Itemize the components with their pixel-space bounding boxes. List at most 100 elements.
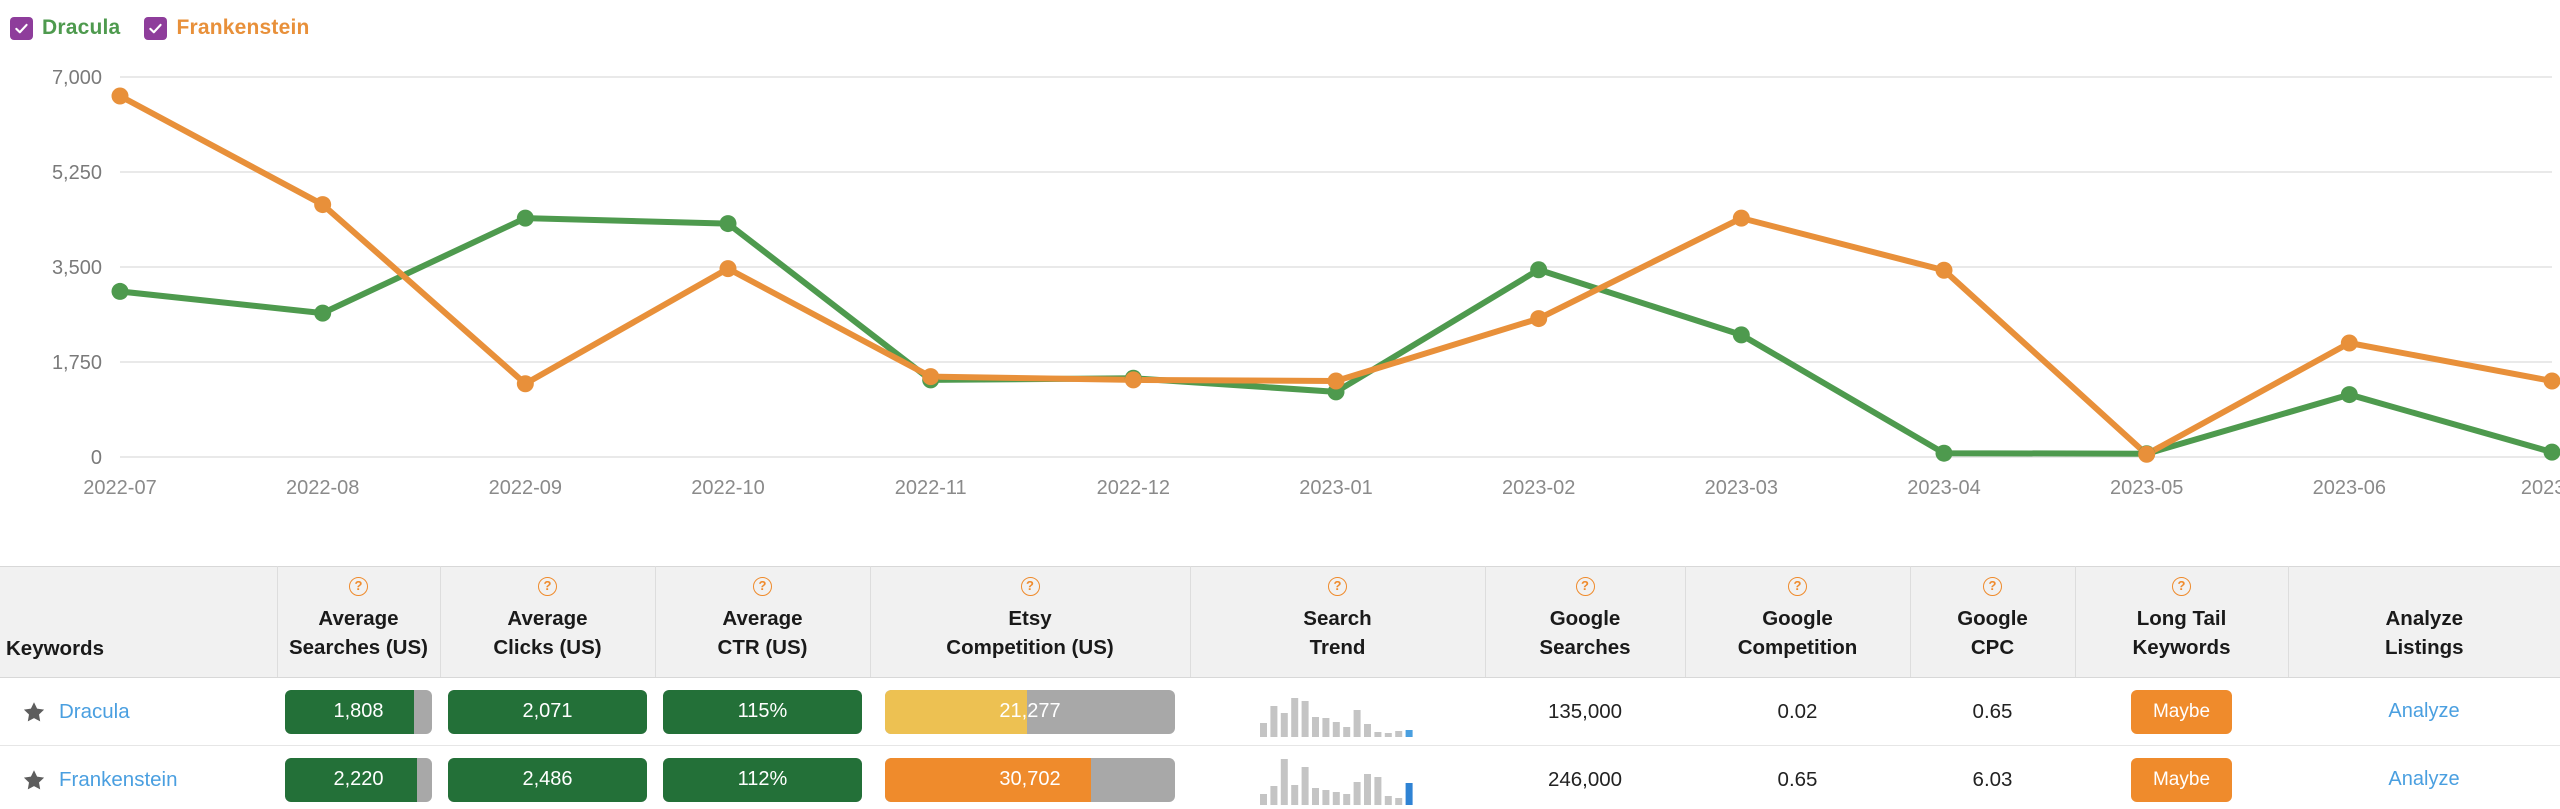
- legend-checkbox-dracula[interactable]: [10, 16, 33, 40]
- cell-google-cpc-value: 0.65: [1972, 699, 2013, 723]
- data-point-dracula[interactable]: [1530, 261, 1548, 279]
- data-point-frankenstein[interactable]: [1530, 310, 1548, 328]
- question-icon[interactable]: ?: [1788, 577, 1807, 596]
- col-header-line-2: CTR (US): [717, 636, 808, 660]
- data-point-dracula[interactable]: [1732, 326, 1750, 344]
- x-axis-tick-label: 2023-0: [2521, 477, 2560, 499]
- col-header-keywords[interactable]: Keywords: [0, 565, 278, 679]
- sparkline-bar: [1259, 793, 1267, 805]
- col-header-avg-clicks-us[interactable]: ? Average Clicks (US): [440, 565, 656, 679]
- y-axis-tick-label: 5,250: [52, 162, 102, 184]
- legend-item-frankenstein[interactable]: Frankenstein: [144, 16, 309, 40]
- data-point-frankenstein[interactable]: [516, 375, 534, 393]
- star-icon[interactable]: [22, 700, 46, 724]
- cell-google-searches: 246,000: [1485, 745, 1685, 809]
- data-point-dracula[interactable]: [1935, 444, 1953, 462]
- data-point-frankenstein[interactable]: [2138, 445, 2156, 463]
- metric-bar: 2,486: [448, 757, 647, 802]
- question-icon[interactable]: ?: [2172, 577, 2191, 596]
- cell-average-searches: 2,220: [277, 745, 440, 809]
- x-axis-tick-label: 2023-06: [2313, 477, 2386, 499]
- cell-analyze-listings: Analyze: [2288, 745, 2560, 809]
- sparkline-bar: [1280, 712, 1288, 737]
- col-header-google-searches[interactable]: ? Google Searches: [1485, 565, 1686, 679]
- search-volume-line-chart: 0 1,750 3,500 5,250 7,000 2022-07 2022-08 2022-…: [0, 48, 2560, 518]
- col-header-line-2: Listings: [2384, 636, 2464, 660]
- question-icon[interactable]: ?: [538, 577, 557, 596]
- question-icon[interactable]: ?: [349, 577, 368, 596]
- col-header-analyze-listings[interactable]: Analyze Listings: [2288, 565, 2560, 679]
- data-point-dracula[interactable]: [314, 304, 332, 322]
- sparkline-bar: [1269, 705, 1277, 737]
- keyword-link[interactable]: Dracula: [59, 700, 130, 724]
- keywords-table-container: Keywords ? Average Searches (US) ? Avera…: [0, 565, 2560, 809]
- data-point-dracula[interactable]: [516, 209, 534, 227]
- data-point-dracula[interactable]: [2543, 443, 2560, 461]
- question-icon[interactable]: ?: [1983, 577, 2002, 596]
- chart-legend: Dracula Frankenstein: [10, 10, 310, 46]
- data-point-frankenstein[interactable]: [111, 87, 129, 105]
- data-point-dracula[interactable]: [2340, 386, 2358, 404]
- data-point-frankenstein[interactable]: [2340, 334, 2358, 352]
- y-axis-tick-label: 3,500: [52, 257, 102, 279]
- cell-google-cpc-value: 6.03: [1972, 767, 2013, 791]
- col-header-line-1: Long Tail: [2136, 607, 2227, 630]
- data-point-frankenstein[interactable]: [314, 196, 332, 214]
- col-header-line-1: Average: [507, 607, 588, 630]
- keyword-link[interactable]: Frankenstein: [59, 768, 178, 792]
- data-point-frankenstein[interactable]: [2543, 372, 2560, 390]
- data-point-frankenstein[interactable]: [719, 260, 737, 278]
- col-header-line-2: Clicks (US): [493, 636, 602, 660]
- data-point-frankenstein[interactable]: [922, 368, 940, 386]
- col-header-google-competition[interactable]: ? Google Competition: [1685, 565, 1911, 679]
- question-icon[interactable]: ?: [1328, 577, 1347, 596]
- keyword-research-page: Dracula Frankenstein 0 1,750 3,500 5,250 7,0…: [0, 0, 2560, 809]
- star-icon[interactable]: [22, 768, 46, 792]
- analyze-link[interactable]: Analyze: [2388, 768, 2459, 790]
- col-header-search-trend[interactable]: ? Search Trend: [1190, 565, 1486, 679]
- data-point-frankenstein[interactable]: [1732, 209, 1750, 227]
- cell-google-searches-value: 246,000: [1547, 767, 1623, 791]
- y-axis-tick-label: 0: [91, 447, 102, 469]
- cell-long-tail-keywords: Maybe: [2075, 745, 2288, 809]
- cell-search-trend: [1190, 745, 1485, 809]
- data-point-dracula[interactable]: [111, 282, 129, 300]
- x-axis-tick-label: 2022-07: [83, 477, 156, 499]
- data-point-frankenstein[interactable]: [1327, 372, 1345, 390]
- series-line-dracula: [117, 215, 2555, 457]
- sparkline-bar: [1384, 732, 1392, 737]
- data-point-frankenstein[interactable]: [1124, 371, 1142, 389]
- col-header-avg-searches-us[interactable]: ? Average Searches (US): [277, 565, 441, 679]
- cell-google-cpc: 6.03: [1910, 745, 2075, 809]
- cell-google-competition-value: 0.65: [1777, 767, 1818, 791]
- sparkline-bar: [1280, 758, 1288, 805]
- x-axis-tick-label: 2023-03: [1705, 477, 1778, 499]
- col-header-google-cpc[interactable]: ? Google CPC: [1910, 565, 2076, 679]
- question-icon[interactable]: ?: [1020, 577, 1040, 596]
- series-line-frankenstein: [117, 93, 2555, 458]
- cell-analyze-listings: Analyze: [2288, 677, 2560, 747]
- cell-average-ctr: 112%: [655, 745, 870, 809]
- sparkline-bar: [1342, 726, 1350, 737]
- sparkline-bar: [1394, 730, 1402, 737]
- search-trend-sparkline[interactable]: [1259, 687, 1416, 737]
- legend-checkbox-frankenstein[interactable]: [144, 16, 168, 40]
- data-point-dracula[interactable]: [719, 215, 737, 233]
- long-tail-maybe-button[interactable]: Maybe: [2130, 689, 2233, 734]
- x-axis-tick-label: 2022-10: [691, 477, 764, 499]
- data-point-frankenstein[interactable]: [1935, 261, 1953, 279]
- col-header-avg-ctr-us[interactable]: ? Average CTR (US): [655, 565, 871, 679]
- sparkline-bar: [1269, 785, 1277, 805]
- long-tail-maybe-button[interactable]: Maybe: [2130, 757, 2233, 802]
- col-header-line-1: Google: [1549, 607, 1621, 630]
- col-header-long-tail-keywords[interactable]: ? Long Tail Keywords: [2075, 565, 2289, 679]
- col-header-line-2: Trend: [1309, 636, 1366, 660]
- cell-average-searches: 1,808: [277, 677, 440, 747]
- analyze-link[interactable]: Analyze: [2388, 700, 2459, 722]
- question-icon[interactable]: ?: [753, 577, 772, 596]
- legend-item-dracula[interactable]: Dracula: [10, 16, 120, 40]
- col-header-line-1: Average: [722, 607, 803, 630]
- col-header-etsy-competition[interactable]: ? Etsy Competition (US): [870, 565, 1191, 679]
- question-icon[interactable]: ?: [1575, 577, 1595, 596]
- search-trend-sparkline[interactable]: [1259, 755, 1416, 805]
